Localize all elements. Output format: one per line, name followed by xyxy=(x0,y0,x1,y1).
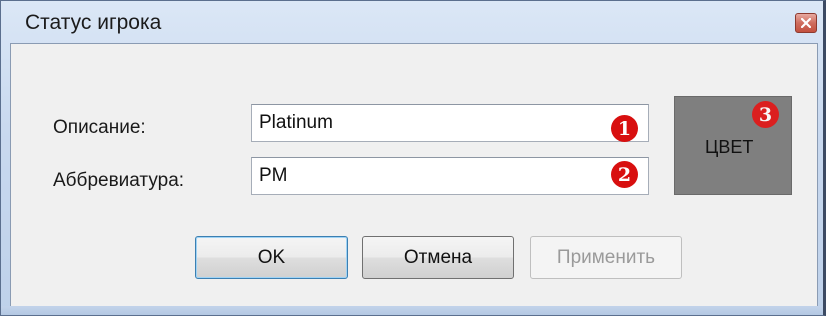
close-button[interactable] xyxy=(795,13,817,33)
abbreviation-input[interactable]: PM xyxy=(251,157,649,195)
color-picker-button[interactable]: ЦВЕТ 3 xyxy=(674,96,792,195)
cancel-button[interactable]: Отмена xyxy=(362,236,514,279)
window-bottom-border xyxy=(1,306,823,315)
abbreviation-label: Аббревиатура: xyxy=(53,170,185,191)
callout-badge-3: 3 xyxy=(752,101,779,128)
callout-badge-1: 1 xyxy=(611,115,638,142)
color-label: ЦВЕТ xyxy=(705,137,754,157)
title-bar[interactable]: Статус игрока xyxy=(1,1,823,43)
close-icon xyxy=(801,18,811,28)
description-value: Platinum xyxy=(259,112,333,133)
dialog-client-area: Описание: Platinum 1 Аббревиатура: PM 2 … xyxy=(10,43,818,308)
apply-button[interactable]: Применить xyxy=(530,236,682,279)
dialog-window: Статус игрока Описание: Platinum 1 Аббре… xyxy=(0,0,826,316)
description-input[interactable]: Platinum xyxy=(251,104,649,142)
description-label: Описание: xyxy=(53,117,146,138)
abbreviation-value: PM xyxy=(259,165,288,186)
ok-button[interactable]: OK xyxy=(195,236,348,279)
window-title: Статус игрока xyxy=(25,11,162,34)
callout-badge-2: 2 xyxy=(611,161,638,188)
